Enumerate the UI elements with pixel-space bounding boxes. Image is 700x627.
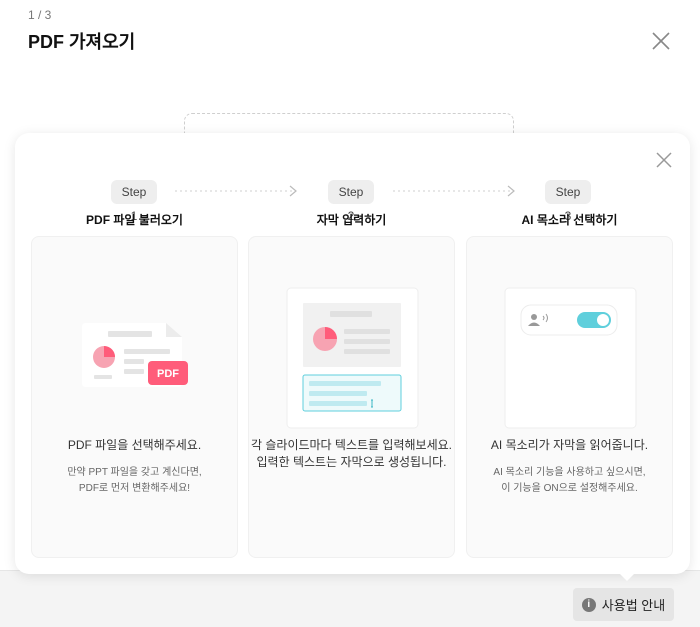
subtext-line: PDF로 먼저 변환해주세요!	[78, 483, 191, 494]
close-icon[interactable]	[650, 30, 672, 52]
usage-guide-label: 사용법 안내	[601, 598, 666, 613]
step-2-card: 각 슬라이드마다 텍스트를 입력해보세요. 입력한 텍스트는 자막으로 생성됩니…	[248, 236, 455, 558]
step-3-pill: Step 3	[545, 180, 591, 223]
step-3-title: AI 목소리 선택하기	[521, 213, 618, 227]
info-icon: i	[581, 597, 596, 612]
pdf-document-illustration	[82, 323, 188, 387]
ai-voice-toggle-illustration	[504, 287, 637, 429]
step-1-pill: Step 1	[111, 180, 157, 223]
step-3-subtext: AI 목소리 기능을 사용하고 싶으시면, 이 기능을 ON으로 설정해주세요.	[467, 465, 672, 497]
description-line: 입력한 텍스트는 자막으로 생성됩니다.	[256, 455, 447, 469]
modal-header: 1 / 3 PDF 가져오기	[28, 8, 135, 54]
tooltip-tail	[619, 573, 635, 581]
page-title: PDF 가져오기	[28, 32, 136, 52]
page-indicator: 1 / 3	[28, 8, 52, 22]
step-3-description: AI 목소리가 자막을 읽어줍니다.	[467, 437, 672, 454]
step-arrow-icon	[175, 185, 297, 197]
subtext-line: 만약 PPT 파일을 갖고 계신다면,	[67, 467, 202, 478]
usage-guide-popup: Step 1 Step 2 Step 3 PDF 파일 불러오기 자막 입력하기…	[15, 133, 690, 574]
subtext-line: 이 기능을 ON으로 설정해주세요.	[501, 483, 638, 494]
pdf-badge: PDF	[157, 368, 179, 380]
step-1-subtext: 만약 PPT 파일을 갖고 계신다면, PDF로 먼저 변환해주세요!	[32, 465, 237, 497]
step-2-pill: Step 2	[328, 180, 374, 223]
subtext-line: AI 목소리 기능을 사용하고 싶으시면,	[493, 467, 646, 478]
usage-guide-button[interactable]: i 사용법 안내	[573, 588, 674, 621]
description-line: PDF 파일을 선택해주세요.	[67, 438, 202, 452]
guide-close-icon[interactable]	[655, 151, 673, 169]
step-1-title: PDF 파일 불러오기	[86, 213, 183, 227]
step-1-card: PDF PDF 파일을 선택해주세요. 만약 PPT 파일을 갖고 계신다면, …	[31, 236, 238, 558]
description-line: AI 목소리가 자막을 읽어줍니다.	[490, 438, 649, 452]
step-1-description: PDF 파일을 선택해주세요.	[32, 437, 237, 454]
slide-subtitle-illustration	[286, 287, 419, 429]
step-2-title: 자막 입력하기	[316, 213, 387, 227]
step-arrow-icon	[393, 185, 515, 197]
step-3-card: AI 목소리가 자막을 읽어줍니다. AI 목소리 기능을 사용하고 싶으시면,…	[466, 236, 673, 558]
step-2-description: 각 슬라이드마다 텍스트를 입력해보세요. 입력한 텍스트는 자막으로 생성됩니…	[249, 437, 454, 471]
description-line: 각 슬라이드마다 텍스트를 입력해보세요.	[250, 438, 453, 452]
